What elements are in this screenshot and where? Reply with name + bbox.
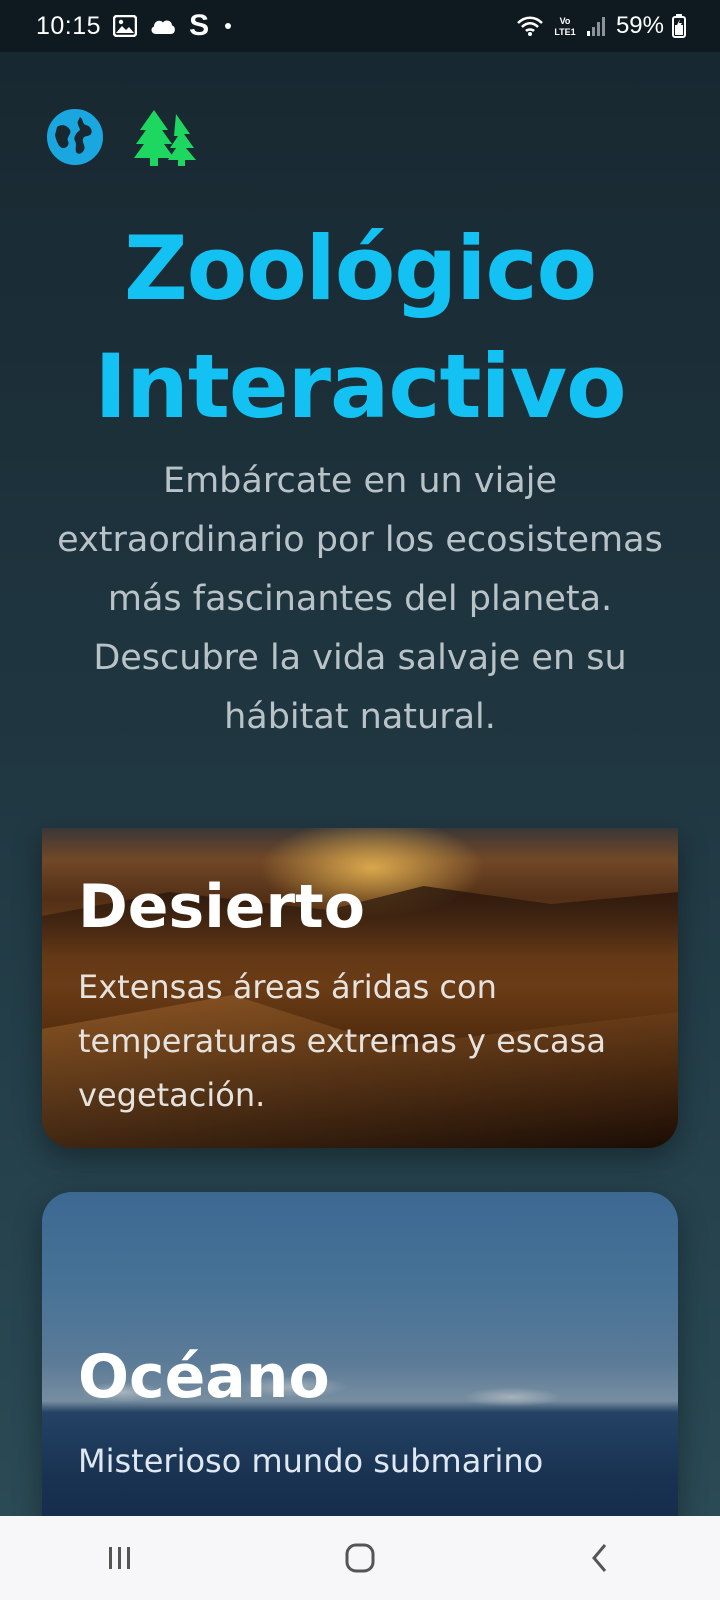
dot-icon — [225, 23, 232, 29]
status-bar: 10:15 S Vo LTE1 59% — [0, 0, 720, 52]
page: Zoológico Interactivo Embárcate en un vi… — [0, 52, 720, 1516]
system-nav-bar — [0, 1516, 720, 1600]
card-description: Extensas áreas áridas con temperaturas e… — [78, 968, 606, 1114]
signal-icon — [586, 15, 608, 37]
card-title: Desierto — [78, 872, 365, 942]
s-app-icon: S — [189, 9, 210, 42]
status-time: 10:15 — [36, 11, 102, 40]
forest-icon[interactable] — [132, 108, 198, 170]
title-line-1: Zoológico — [123, 217, 597, 320]
header-icons — [46, 108, 198, 170]
image-icon — [113, 15, 138, 37]
cloud-icon — [149, 17, 177, 35]
svg-text:Vo: Vo — [560, 16, 571, 26]
back-icon[interactable] — [555, 1528, 645, 1588]
volte-icon: Vo LTE1 — [552, 14, 578, 38]
wifi-icon — [516, 15, 544, 37]
hero-subtitle: Embárcate en un viaje extraordinario por… — [57, 461, 663, 737]
ecosystem-card-desert[interactable]: Desierto Extensas áreas áridas con tempe… — [42, 828, 678, 1148]
home-icon[interactable] — [315, 1528, 405, 1588]
battery-icon — [672, 14, 686, 38]
card-description: Misterioso mundo submarino — [78, 1442, 544, 1480]
status-left: 10:15 S — [36, 9, 232, 42]
status-right: Vo LTE1 59% — [516, 12, 686, 40]
page-title: Zoológico Interactivo — [0, 210, 720, 446]
card-title: Océano — [78, 1342, 330, 1412]
title-line-2: Interactivo — [94, 335, 626, 438]
recent-apps-icon[interactable] — [75, 1528, 165, 1588]
battery-percent: 59% — [615, 12, 664, 39]
svg-text:LTE1: LTE1 — [554, 27, 575, 37]
ecosystem-card-ocean[interactable]: Océano Misterioso mundo submarino — [42, 1192, 678, 1516]
globe-icon[interactable] — [46, 108, 104, 170]
